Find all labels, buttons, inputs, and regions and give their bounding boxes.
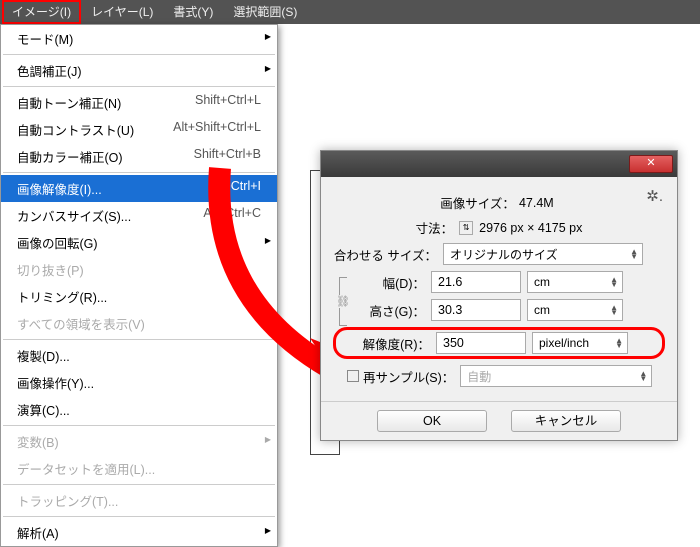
close-button[interactable]: ✕ xyxy=(629,155,673,173)
height-label: 高さ(G)： xyxy=(349,301,431,320)
resample-method-select: 自動▲▼ xyxy=(460,365,652,387)
height-unit-select[interactable]: cm▲▼ xyxy=(527,299,623,321)
width-unit-select[interactable]: cm▲▼ xyxy=(527,271,623,293)
width-input[interactable]: 21.6 xyxy=(431,271,521,293)
menu-item-mode[interactable]: モード(M) xyxy=(1,25,277,52)
cancel-button[interactable]: キャンセル xyxy=(511,410,621,432)
menu-image[interactable]: イメージ(I) xyxy=(2,0,81,24)
menu-item-image-size[interactable]: 画像解像度(I)...Alt+Ctrl+I xyxy=(1,175,277,202)
resolution-unit-select[interactable]: pixel/inch▲▼ xyxy=(532,332,628,354)
menu-item-apply-image[interactable]: 画像操作(Y)... xyxy=(1,369,277,396)
menu-item-canvas-size[interactable]: カンバスサイズ(S)...Alt+Ctrl+C xyxy=(1,202,277,229)
menubar: イメージ(I) レイヤー(L) 書式(Y) 選択範囲(S) xyxy=(0,0,700,24)
menu-item-autocontrast[interactable]: 自動コントラスト(U)Alt+Shift+Ctrl+L xyxy=(1,116,277,143)
image-size-label: 画像サイズ： xyxy=(440,193,515,212)
resample-label: 再サンプル(S)： xyxy=(363,367,454,386)
gear-icon[interactable]: ✲. xyxy=(646,187,663,205)
menu-item-analysis[interactable]: 解析(A) xyxy=(1,519,277,546)
dialog-footer: OK キャンセル xyxy=(321,401,677,440)
ok-button[interactable]: OK xyxy=(377,410,487,432)
constrain-link-icon[interactable]: ⛓ xyxy=(339,277,350,323)
resolution-input[interactable]: 350 xyxy=(436,332,526,354)
menu-item-reveal-all: すべての領域を表示(V) xyxy=(1,310,277,337)
menu-layer[interactable]: レイヤー(L) xyxy=(81,0,163,24)
resample-checkbox[interactable] xyxy=(347,370,359,382)
dialog-titlebar[interactable]: ✕ xyxy=(321,151,677,177)
resolution-row-highlight: 解像度(R)： 350 pixel/inch▲▼ xyxy=(333,327,665,359)
dimensions-label: 寸法： xyxy=(416,218,454,237)
image-size-dialog: ✕ ✲. 画像サイズ： 47.4M 寸法： ⇅ 2976 px × 4175 p… xyxy=(320,150,678,441)
image-menu-dropdown: モード(M) 色調補正(J) 自動トーン補正(N)Shift+Ctrl+L 自動… xyxy=(0,24,278,547)
menu-item-autotone[interactable]: 自動トーン補正(N)Shift+Ctrl+L xyxy=(1,89,277,116)
menu-item-variables: 変数(B) xyxy=(1,428,277,455)
dimension-swap-icon[interactable]: ⇅ xyxy=(459,221,473,235)
menu-type[interactable]: 書式(Y) xyxy=(163,0,223,24)
menu-item-autocolor[interactable]: 自動カラー補正(O)Shift+Ctrl+B xyxy=(1,143,277,170)
dimensions-value: 2976 px × 4175 px xyxy=(479,221,582,235)
menu-item-rotate[interactable]: 画像の回転(G) xyxy=(1,229,277,256)
menu-item-calculations[interactable]: 演算(C)... xyxy=(1,396,277,423)
image-size-value: 47.4M xyxy=(515,196,558,210)
resolution-label: 解像度(R)： xyxy=(354,334,436,353)
height-input[interactable]: 30.3 xyxy=(431,299,521,321)
menu-item-apply-dataset: データセットを適用(L)... xyxy=(1,455,277,482)
menu-item-duplicate[interactable]: 複製(D)... xyxy=(1,342,277,369)
menu-item-adjustments[interactable]: 色調補正(J) xyxy=(1,57,277,84)
width-label: 幅(D)： xyxy=(349,273,431,292)
menu-item-crop: 切り抜き(P) xyxy=(1,256,277,283)
menu-select[interactable]: 選択範囲(S) xyxy=(223,0,307,24)
menu-item-trap: トラッピング(T)... xyxy=(1,487,277,514)
fit-to-label: 合わせる サイズ： xyxy=(333,245,443,264)
menu-item-trim[interactable]: トリミング(R)... xyxy=(1,283,277,310)
fit-to-select[interactable]: オリジナルのサイズ▲▼ xyxy=(443,243,643,265)
